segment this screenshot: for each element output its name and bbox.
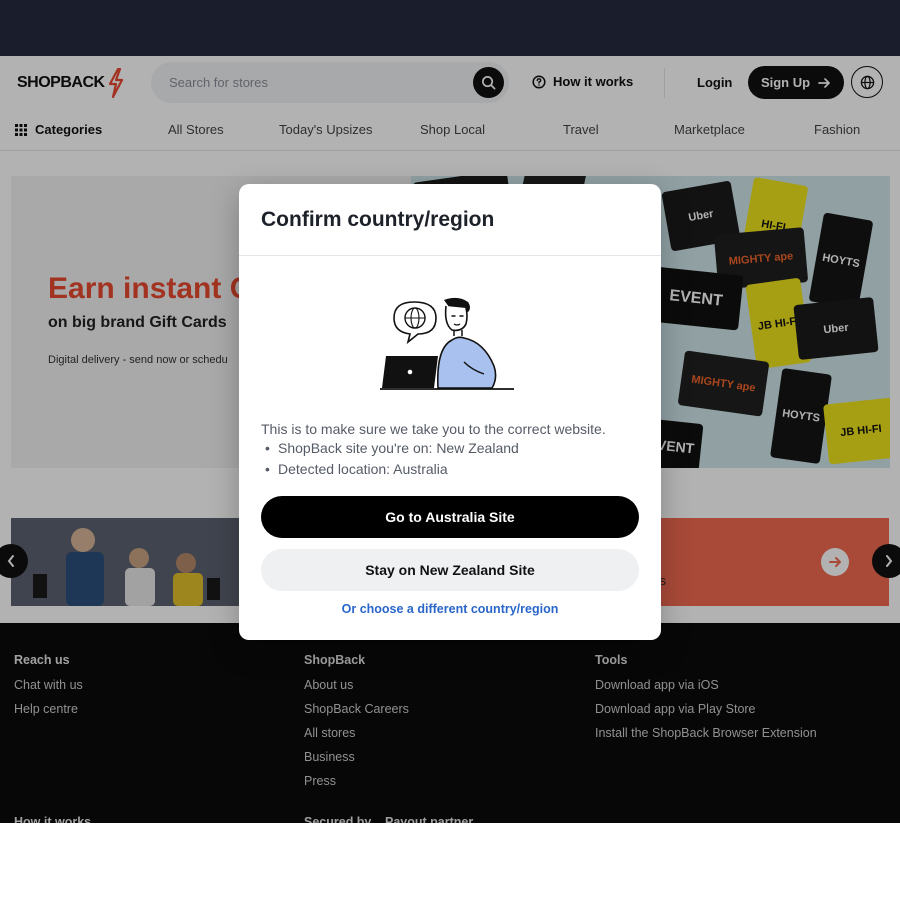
modal-divider <box>239 255 661 256</box>
top-strip <box>0 0 900 56</box>
stay-on-new-zealand-button[interactable]: Stay on New Zealand Site <box>261 549 639 591</box>
confirm-region-modal: Confirm country/region This is to make s… <box>239 184 661 640</box>
bullet-icon: • <box>265 440 270 456</box>
site-line: ShopBack site you're on: New Zealand <box>278 440 519 456</box>
go-to-australia-button[interactable]: Go to Australia Site <box>261 496 639 538</box>
choose-different-region-link[interactable]: Or choose a different country/region <box>239 602 661 616</box>
modal-intro-text: This is to make sure we take you to the … <box>261 421 606 437</box>
modal-title: Confirm country/region <box>261 208 495 231</box>
modal-info-list: • ShopBack site you're on: New Zealand •… <box>261 438 519 479</box>
list-item: • Detected location: Australia <box>261 459 519 480</box>
list-item: • ShopBack site you're on: New Zealand <box>261 438 519 459</box>
person-laptop-illustration <box>380 297 514 390</box>
bullet-icon: • <box>265 460 270 477</box>
location-line: Detected location: Australia <box>278 460 448 477</box>
